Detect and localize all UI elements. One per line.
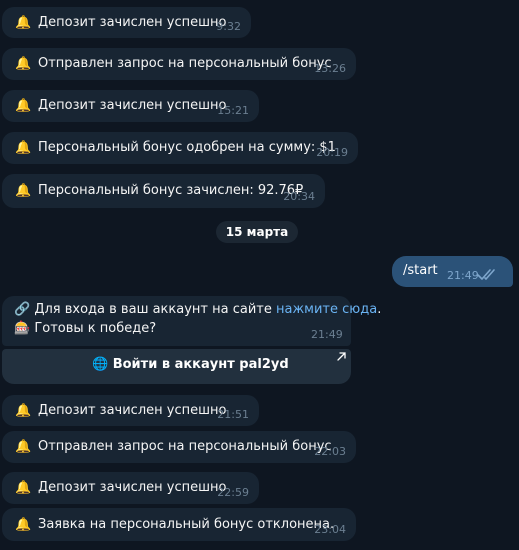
message-time: 21:49 [447, 269, 479, 282]
login-message-line2: 🎰 Готовы к победе? [14, 321, 156, 336]
message-bubble: 🔔 Отправлен запрос на персональный бонус… [2, 431, 356, 463]
chat-history: 🔔 Депозит зачислен успешно 9:32 🔔 Отправ… [0, 0, 519, 550]
message-text: Отправлен запрос на персональный бонус [38, 439, 332, 454]
message-text: /start [403, 263, 438, 278]
message-time: 13:26 [314, 62, 346, 75]
message-time: 20:34 [283, 190, 315, 203]
message-time: 22:03 [314, 445, 346, 458]
message-bubble: 🔔 Депозит зачислен успешно 15:21 [2, 90, 259, 122]
bell-icon: 🔔 [15, 56, 32, 72]
message-bubble: 🔔 Персональный бонус зачислен: 92.76₽ 20… [2, 174, 325, 208]
message-time: 9:32 [216, 20, 241, 33]
bell-icon: 🔔 [15, 439, 32, 455]
message-text: Отправлен запрос на персональный бонус [38, 56, 332, 71]
login-button-label: Войти в аккаунт pal2yd [112, 357, 289, 372]
message-text: Депозит зачислен успешно [38, 402, 227, 418]
message-time: 23:04 [314, 523, 346, 536]
login-account-button[interactable]: 🌐 Войти в аккаунт pal2yd [2, 349, 351, 384]
message-text: Персональный бонус одобрен на сумму: $1 [38, 140, 336, 155]
login-button-content: 🌐 Войти в аккаунт pal2yd [92, 357, 289, 372]
double-check-icon [477, 269, 495, 280]
outgoing-message: /start 21:49 [392, 256, 513, 287]
slot-machine-icon: 🎰 [14, 321, 31, 336]
message-bubble: 🔔 Персональный бонус одобрен на сумму: $… [2, 132, 358, 164]
message-bubble: 🔔 Депозит зачислен успешно 21:51 [2, 395, 259, 426]
message-time: 20:19 [316, 146, 348, 159]
message-text: Депозит зачислен успешно [38, 14, 227, 30]
message-text: Персональный бонус зачислен: 92.76₽ [38, 183, 304, 198]
message-time: 21:49 [311, 328, 343, 341]
login-message-line1: 🔗 Для входа в ваш аккаунт на сайте нажми… [14, 302, 381, 317]
login-message: 🔗 Для входа в ваш аккаунт на сайте нажми… [2, 296, 381, 346]
message-text: Заявка на персональный бонус отклонена. [38, 516, 335, 532]
message-time: 21:51 [217, 408, 249, 421]
external-link-arrow-icon [337, 352, 346, 361]
login-prefix: Для входа в ваш аккаунт на сайте [34, 302, 276, 317]
login-suffix: . [377, 302, 382, 317]
bell-icon: 🔔 [15, 403, 32, 418]
message-text: Депозит зачислен успешно [38, 480, 227, 495]
bell-icon: 🔔 [15, 15, 32, 30]
message-bubble: 🔔 Депозит зачислен успешно 9:32 [2, 7, 251, 38]
message-bubble: 🔔 Депозит зачислен успешно 22:59 [2, 472, 259, 504]
message-time: 22:59 [217, 486, 249, 499]
bell-icon: 🔔 [15, 517, 32, 532]
message-bubble: 🔔 Отправлен запрос на персональный бонус… [2, 48, 356, 80]
bell-icon: 🔔 [15, 480, 32, 496]
bell-icon: 🔔 [15, 183, 32, 199]
login-link[interactable]: нажмите сюда [276, 302, 377, 317]
message-text: Депозит зачислен успешно [38, 98, 227, 113]
bell-icon: 🔔 [15, 98, 32, 114]
login-line2-text: Готовы к победе? [34, 321, 157, 336]
link-icon: 🔗 [14, 302, 31, 317]
bell-icon: 🔔 [15, 140, 32, 156]
globe-icon: 🌐 [92, 357, 109, 372]
message-time: 15:21 [217, 104, 249, 117]
date-separator: 15 марта [216, 221, 298, 243]
message-bubble: 🔔 Заявка на персональный бонус отклонена… [2, 508, 356, 541]
